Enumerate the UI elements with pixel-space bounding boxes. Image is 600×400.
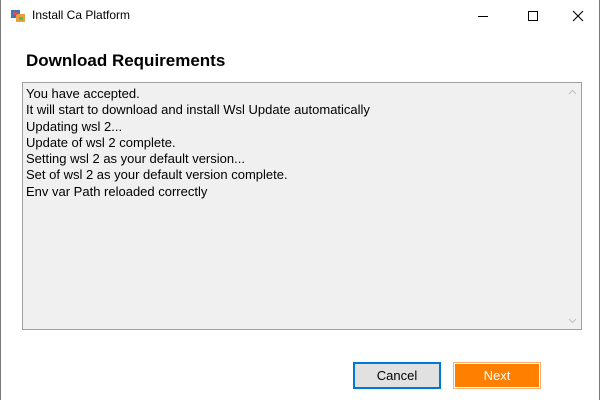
vertical-scrollbar[interactable]: [564, 83, 581, 329]
log-textbox[interactable]: You have accepted. It will start to down…: [22, 82, 582, 330]
log-line: It will start to download and install Ws…: [26, 102, 370, 118]
chevron-up-icon: [568, 89, 577, 94]
chevron-down-icon: [568, 318, 577, 323]
app-icon: [10, 8, 26, 24]
log-line: You have accepted.: [26, 86, 140, 101]
maximize-icon: [528, 10, 538, 21]
next-button[interactable]: Next: [453, 362, 541, 389]
log-line: Updating wsl 2...: [26, 118, 123, 134]
log-lines: You have accepted. It will start to down…: [26, 86, 562, 200]
log-line: Update of wsl 2 complete.: [26, 134, 176, 150]
log-line: Setting wsl 2 as your default version...: [26, 151, 245, 167]
maximize-button[interactable]: [510, 0, 556, 31]
page-title: Download Requirements: [26, 51, 226, 70]
installer-window: Install Ca Platform Download Requirement…: [0, 0, 600, 400]
minimize-button[interactable]: [460, 0, 506, 31]
minimize-icon: [478, 15, 488, 17]
log-line: Env var Path reloaded correctly: [26, 183, 208, 199]
close-icon: [572, 10, 584, 21]
scroll-down-button[interactable]: [564, 312, 581, 329]
cancel-button[interactable]: Cancel: [353, 362, 441, 389]
close-button[interactable]: [555, 0, 600, 31]
scroll-up-button[interactable]: [564, 83, 581, 100]
window-title: Install Ca Platform: [32, 8, 131, 22]
title-bar[interactable]: Install Ca Platform: [1, 0, 599, 31]
log-line: Set of wsl 2 as your default version com…: [26, 167, 288, 183]
